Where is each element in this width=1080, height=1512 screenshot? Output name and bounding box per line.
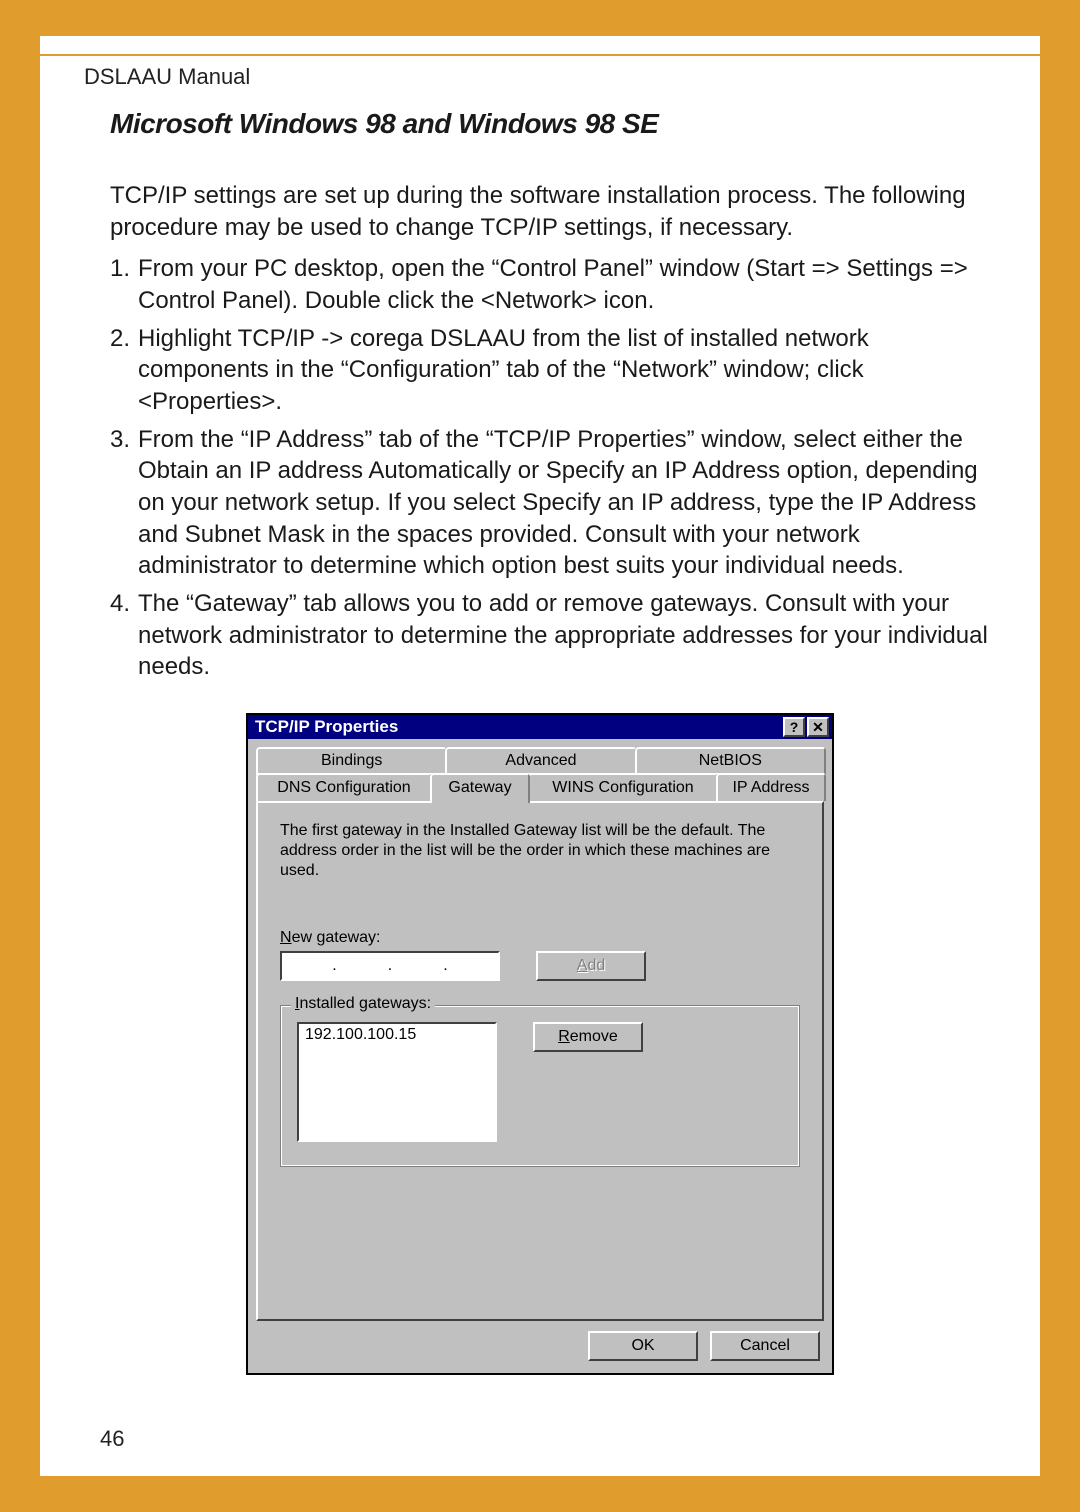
- top-rule: [40, 54, 1040, 56]
- add-button[interactable]: Add: [536, 951, 646, 981]
- installed-gateways-group: Installed gateways: 192.100.100.15 Remov…: [280, 1005, 800, 1167]
- tcpip-properties-dialog: TCP/IP Properties ? ✕ Bindings Advanced …: [246, 713, 834, 1375]
- doc-header: DSLAAU Manual: [84, 64, 996, 90]
- tab-gateway[interactable]: Gateway: [430, 773, 530, 803]
- list-item[interactable]: 192.100.100.15: [305, 1026, 489, 1044]
- close-icon: ✕: [812, 719, 824, 736]
- tab-bindings[interactable]: Bindings: [256, 747, 447, 775]
- dialog-footer: OK Cancel: [256, 1331, 824, 1361]
- question-icon: ?: [790, 719, 799, 735]
- step-item: 1.From your PC desktop, open the “Contro…: [110, 253, 996, 316]
- gateway-tab-panel: The first gateway in the Installed Gatew…: [256, 801, 824, 1321]
- tab-netbios[interactable]: NetBIOS: [635, 747, 826, 775]
- tab-ip-address[interactable]: IP Address: [716, 773, 826, 801]
- titlebar[interactable]: TCP/IP Properties ? ✕: [248, 715, 832, 739]
- installed-gateways-label: Installed gateways:: [291, 995, 435, 1013]
- step-item: 3.From the “IP Address” tab of the “TCP/…: [110, 424, 996, 582]
- dialog-title: TCP/IP Properties: [251, 717, 781, 737]
- close-button[interactable]: ✕: [807, 717, 829, 737]
- manual-page: DSLAAU Manual Microsoft Windows 98 and W…: [40, 36, 1040, 1476]
- step-list: 1.From your PC desktop, open the “Contro…: [110, 253, 996, 683]
- remove-button[interactable]: Remove: [533, 1022, 643, 1052]
- tab-strip: Bindings Advanced NetBIOS DNS Configurat…: [256, 747, 824, 801]
- dialog-body: Bindings Advanced NetBIOS DNS Configurat…: [248, 739, 832, 1373]
- page-number: 46: [100, 1426, 124, 1452]
- new-gateway-input[interactable]: . . .: [280, 951, 500, 981]
- tab-dns-configuration[interactable]: DNS Configuration: [256, 773, 432, 801]
- gateway-help-text: The first gateway in the Installed Gatew…: [280, 821, 800, 881]
- tab-wins-configuration[interactable]: WINS Configuration: [528, 773, 718, 801]
- tab-advanced[interactable]: Advanced: [445, 747, 636, 775]
- intro-text: TCP/IP settings are set up during the so…: [110, 180, 996, 243]
- ok-button[interactable]: OK: [588, 1331, 698, 1361]
- installed-gateways-list[interactable]: 192.100.100.15: [297, 1022, 497, 1142]
- step-item: 2.Highlight TCP/IP -> corega DSLAAU from…: [110, 323, 996, 418]
- new-gateway-label: New gateway:: [280, 929, 800, 947]
- section-title: Microsoft Windows 98 and Windows 98 SE: [110, 108, 996, 140]
- cancel-button[interactable]: Cancel: [710, 1331, 820, 1361]
- step-item: 4.The “Gateway” tab allows you to add or…: [110, 588, 996, 683]
- help-button[interactable]: ?: [783, 717, 805, 737]
